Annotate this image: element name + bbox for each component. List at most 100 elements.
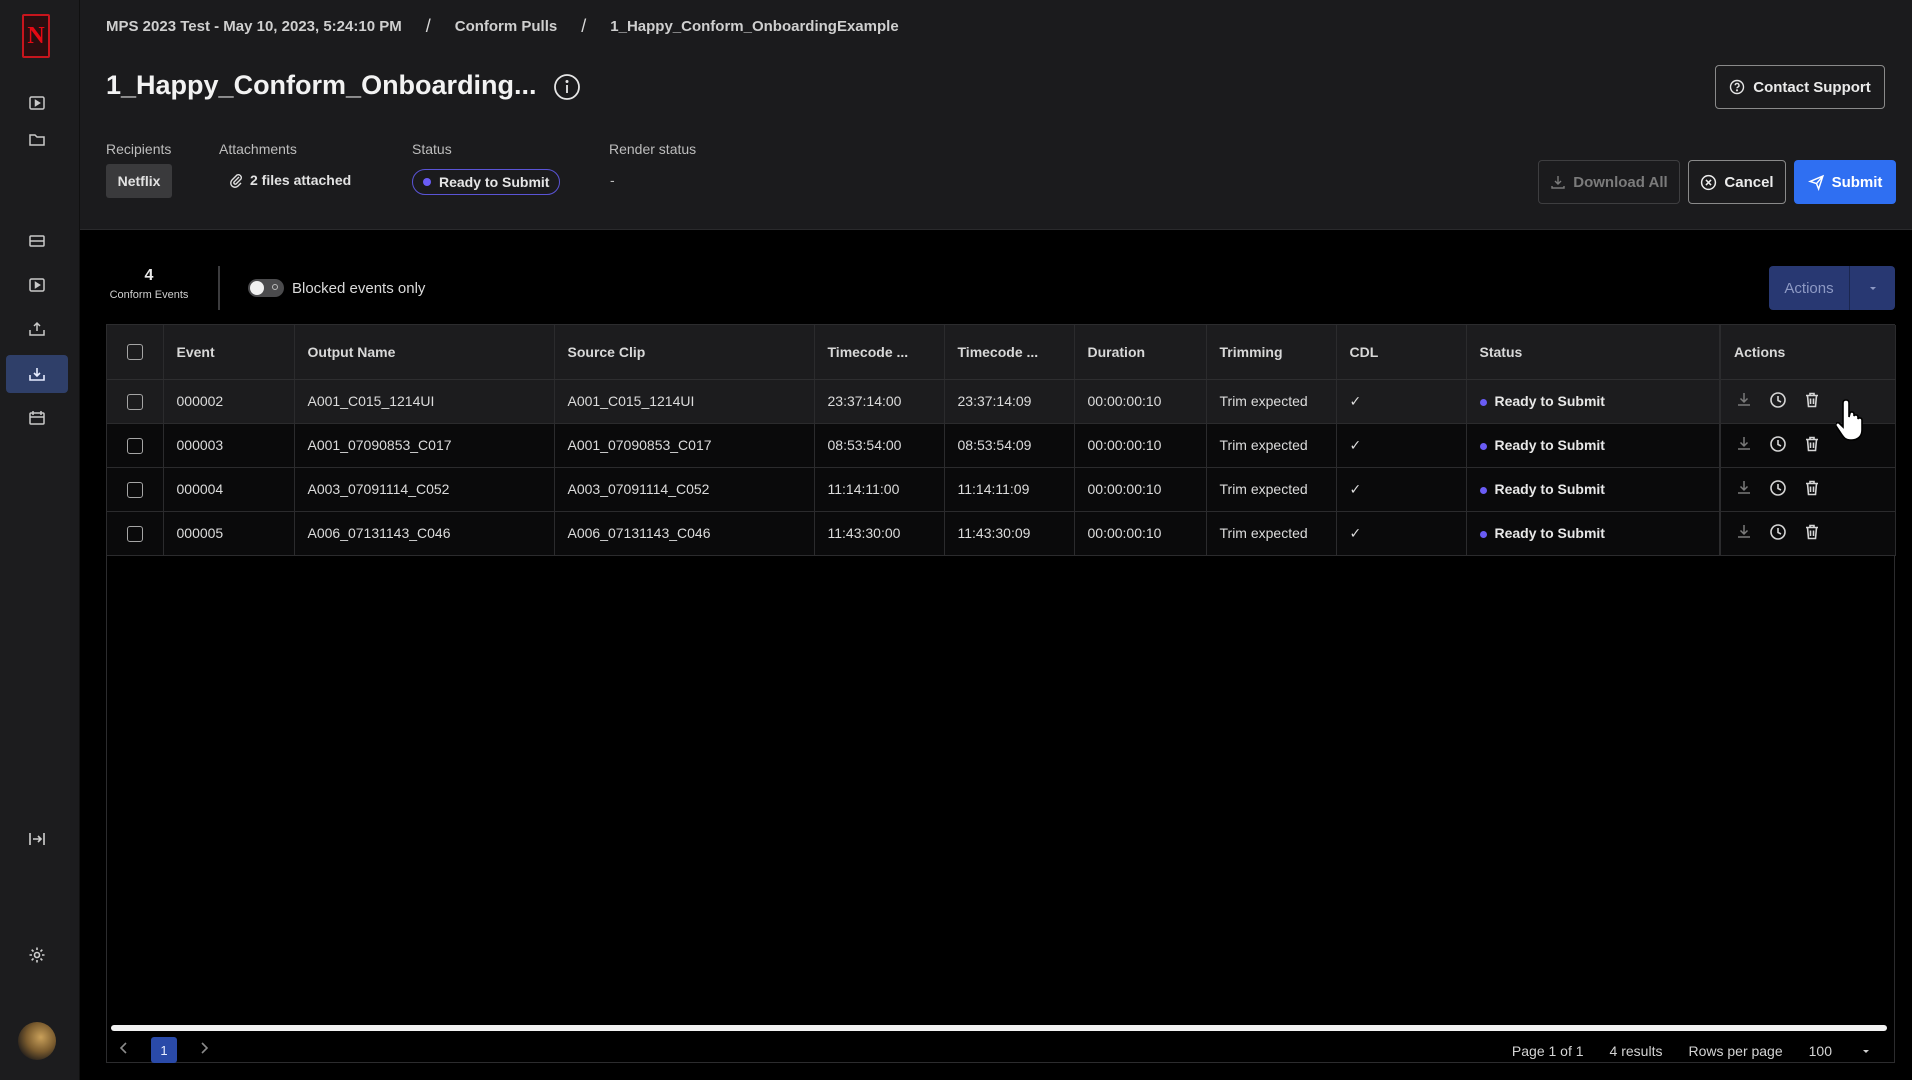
cancel-button[interactable]: Cancel [1688,160,1786,204]
contact-support-button[interactable]: Contact Support [1715,65,1885,109]
trash-icon[interactable] [1802,434,1822,457]
netflix-logo[interactable]: N [22,14,50,58]
contact-support-label: Contact Support [1753,78,1871,96]
breadcrumb-item-conform-pulls[interactable]: Conform Pulls [455,18,558,35]
paperclip-icon [230,174,242,188]
row-actions [1734,478,1882,501]
column-header-trimming[interactable]: Trimming [1206,325,1337,380]
row-actions [1734,522,1882,545]
timecode-out-cell: 23:37:14:09 [944,379,1075,424]
duration-cell: 00:00:00:10 [1074,423,1207,468]
info-icon[interactable] [553,73,581,101]
hand-cursor-icon [1836,399,1863,441]
submit-button[interactable]: Submit [1794,160,1896,204]
avatar[interactable] [18,1022,56,1060]
trimming-cell: Trim expected [1206,423,1337,468]
calendar-icon[interactable] [6,399,68,437]
breadcrumb: MPS 2023 Test - May 10, 2023, 5:24:10 PM… [106,16,899,36]
chevron-down-icon [1863,1050,1869,1053]
cdl-cell: ✓ [1336,467,1467,512]
media-icon[interactable] [6,266,68,304]
download-icon[interactable] [1734,478,1754,501]
duration-cell: 00:00:00:10 [1074,379,1207,424]
attachments-value: 2 files attached [250,172,352,188]
trimming-cell: Trim expected [1206,467,1337,512]
column-header-timecode-in[interactable]: Timecode ... [814,325,945,380]
status-cell: Ready to Submit [1466,511,1721,556]
attachments-label: Attachments [219,141,297,157]
download-icon[interactable] [1734,434,1754,457]
rows-per-page-select[interactable]: 100 [1809,1043,1872,1059]
trash-icon[interactable] [1802,478,1822,501]
chevron-left-icon[interactable] [117,1041,131,1060]
table-row[interactable]: 000005 A006_07131143_C046 A006_07131143_C0… [107,511,1896,556]
pagination-controls: 1 [117,1037,211,1063]
collapse-sidebar-icon[interactable] [6,820,68,858]
download-all-button[interactable]: Download All [1538,160,1680,204]
column-header-timecode-out[interactable]: Timecode ... [944,325,1075,380]
download-icon[interactable] [1734,522,1754,545]
rows-per-page-value: 100 [1808,1043,1832,1059]
output-name-cell: A001_C015_1214UI [294,379,555,424]
results-count: 4 results [1609,1043,1663,1059]
row-checkbox[interactable] [126,393,143,410]
table-row[interactable]: 000002 A001_C015_1214UI A001_C015_1214UI 23… [107,379,1896,424]
folder-icon[interactable] [6,120,68,158]
status-dot-icon [1479,399,1487,406]
timecode-in-cell: 11:43:30:00 [814,511,945,556]
chevron-down-icon[interactable] [1850,282,1895,294]
play-square-icon[interactable] [6,84,68,122]
column-header-source-clip[interactable]: Source Clip [554,325,815,380]
events-table: Event Output Name Source Clip Timecode .… [106,324,1896,1063]
row-select-cell [107,379,164,424]
row-checkbox[interactable] [126,437,143,454]
attachments-link[interactable]: 2 files attached [228,172,351,188]
row-checkbox[interactable] [126,525,143,542]
trash-icon[interactable] [1802,390,1822,413]
chevron-right-icon[interactable] [197,1041,211,1060]
check-icon: ✓ [1349,436,1362,453]
trash-icon[interactable] [1802,522,1822,545]
column-header-event[interactable]: Event [163,325,295,380]
row-select-cell [107,423,164,468]
actions-dropdown-button[interactable]: Actions [1769,266,1895,310]
breadcrumb-separator: / [581,16,587,36]
storage-icon[interactable] [6,222,68,260]
column-header-status[interactable]: Status [1466,325,1721,380]
column-header-cdl[interactable]: CDL [1336,325,1467,380]
history-clock-icon[interactable] [1768,434,1788,457]
source-clip-cell: A001_07090853_C017 [554,423,815,468]
breadcrumb-item-project[interactable]: MPS 2023 Test - May 10, 2023, 5:24:10 PM [106,18,402,35]
send-icon [1807,174,1824,191]
row-checkbox[interactable] [126,481,143,498]
status-text: Ready to Submit [1494,437,1605,453]
page-title: 1_Happy_Conform_Onboarding... [106,70,537,100]
upload-tray-icon[interactable] [6,310,68,348]
table-row[interactable]: 000003 A001_07090853_C017 A001_07090853_C0… [107,423,1896,468]
history-clock-icon[interactable] [1768,390,1788,413]
column-header-output-name[interactable]: Output Name [294,325,555,380]
timecode-out-cell: 11:43:30:09 [944,511,1075,556]
history-clock-icon[interactable] [1768,478,1788,501]
status-cell: Ready to Submit [1466,423,1721,468]
duration-cell: 00:00:00:10 [1074,467,1207,512]
page-number-button[interactable]: 1 [151,1037,177,1063]
table-row[interactable]: 000004 A003_07091114_C052 A003_07091114_C0… [107,467,1896,512]
download-icon[interactable] [1734,390,1754,413]
divider [218,266,220,310]
timecode-in-cell: 23:37:14:00 [814,379,945,424]
history-clock-icon[interactable] [1768,522,1788,545]
gear-icon[interactable] [6,936,68,974]
status-text: Ready to Submit [1494,525,1605,541]
trimming-cell: Trim expected [1206,511,1337,556]
download-tray-icon[interactable] [6,355,68,393]
select-all-checkbox[interactable] [126,344,143,361]
column-header-duration[interactable]: Duration [1074,325,1207,380]
status-badge-label: Ready to Submit [439,174,550,190]
timecode-out-cell: 08:53:54:09 [944,423,1075,468]
cancel-label: Cancel [1724,173,1774,191]
blocked-events-toggle[interactable] [248,279,284,297]
horizontal-scrollbar[interactable] [111,1025,1887,1031]
trimming-cell: Trim expected [1206,379,1337,424]
output-name-cell: A001_07090853_C017 [294,423,555,468]
